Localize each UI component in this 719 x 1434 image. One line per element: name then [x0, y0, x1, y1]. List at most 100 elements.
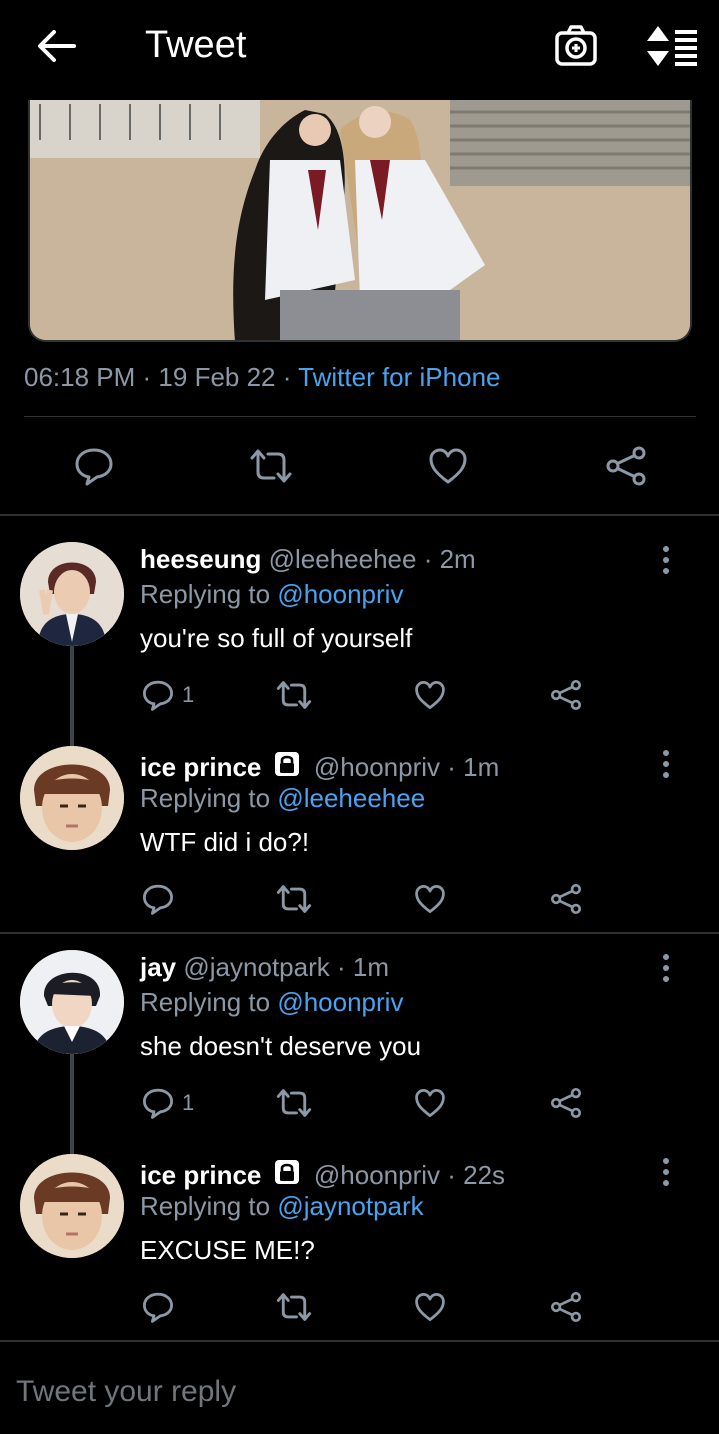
- like-button[interactable]: [414, 1285, 446, 1329]
- more-icon: [663, 1158, 669, 1186]
- reply-icon: [143, 1292, 173, 1323]
- share-button[interactable]: [550, 1081, 582, 1125]
- retweet-icon: [276, 681, 312, 709]
- more-button[interactable]: [652, 744, 680, 784]
- lock-icon: [273, 750, 301, 785]
- retweet-button[interactable]: [275, 673, 313, 717]
- replying-to: Replying to @leeheehee: [140, 783, 425, 814]
- reply-actions: 1: [0, 673, 719, 717]
- retweet-icon: [276, 1089, 312, 1117]
- reply-age: 22s: [463, 1160, 506, 1190]
- handle[interactable]: @jaynotpark: [183, 952, 329, 982]
- like-button[interactable]: [422, 440, 474, 492]
- reply-button[interactable]: [142, 1285, 174, 1329]
- reply-header: ice prince @hoonpriv · 1m: [140, 750, 499, 785]
- divider: [0, 1340, 719, 1342]
- reply-icon: [143, 884, 173, 915]
- share-button[interactable]: [550, 877, 582, 921]
- retweet-button[interactable]: [245, 440, 297, 492]
- avatar[interactable]: [20, 542, 124, 646]
- reply-text: WTF did i do?!: [140, 827, 310, 857]
- like-icon: [429, 448, 467, 484]
- replying-to: Replying to @hoonpriv: [140, 987, 403, 1018]
- mention-link[interactable]: @jaynotpark: [277, 1191, 423, 1221]
- reply-header: jay @jaynotpark · 1m: [140, 952, 389, 983]
- like-icon: [415, 884, 445, 914]
- share-icon: [550, 679, 582, 711]
- more-icon: [663, 750, 669, 778]
- more-button[interactable]: [652, 540, 680, 580]
- sort-icon: [647, 26, 697, 66]
- reply-button[interactable]: 1: [142, 1081, 194, 1125]
- avatar[interactable]: [20, 1154, 124, 1258]
- camera-button[interactable]: [554, 24, 598, 68]
- avatar[interactable]: [20, 746, 124, 850]
- camera-icon: [555, 25, 597, 66]
- like-button[interactable]: [414, 1081, 446, 1125]
- retweet-icon: [250, 449, 292, 483]
- tweet-source-link[interactable]: Twitter for iPhone: [298, 362, 500, 392]
- mention-link[interactable]: @leeheehee: [277, 783, 425, 813]
- mention-link[interactable]: @hoonpriv: [277, 579, 403, 609]
- reply-button[interactable]: 1: [142, 673, 194, 717]
- display-name[interactable]: jay: [140, 952, 176, 982]
- reply-count: 1: [182, 1090, 195, 1115]
- like-button[interactable]: [414, 673, 446, 717]
- back-button[interactable]: [34, 26, 78, 66]
- more-icon: [663, 546, 669, 574]
- tweet-meta: 06:18 PM · 19 Feb 22 · Twitter for iPhon…: [24, 362, 500, 393]
- reply-count: 1: [182, 682, 195, 707]
- share-button[interactable]: [550, 673, 582, 717]
- replying-label: Replying to: [140, 783, 271, 813]
- back-arrow-icon: [38, 30, 76, 62]
- retweet-icon: [276, 1293, 312, 1321]
- display-name[interactable]: ice prince: [140, 752, 261, 782]
- handle[interactable]: @hoonpriv: [314, 752, 440, 782]
- reply-age: 1m: [463, 752, 500, 782]
- reply-icon: [143, 1088, 173, 1119]
- replying-to: Replying to @hoonpriv: [140, 579, 403, 610]
- retweet-icon: [276, 885, 312, 913]
- share-button[interactable]: [600, 440, 652, 492]
- share-icon: [550, 883, 582, 915]
- reply-button[interactable]: [68, 440, 120, 492]
- page-title: Tweet: [145, 24, 247, 66]
- tweet-time: 06:18 PM: [24, 362, 136, 392]
- retweet-button[interactable]: [275, 1081, 313, 1125]
- share-icon: [550, 1087, 582, 1119]
- reply-age: 2m: [439, 544, 476, 574]
- meta-separator: ·: [142, 362, 159, 392]
- mention-link[interactable]: @hoonpriv: [277, 987, 403, 1017]
- more-button[interactable]: [652, 948, 680, 988]
- handle[interactable]: @leeheehee: [269, 544, 417, 574]
- divider: [24, 416, 696, 417]
- more-button[interactable]: [652, 1152, 680, 1192]
- like-icon: [415, 1088, 445, 1118]
- retweet-button[interactable]: [275, 1285, 313, 1329]
- display-name[interactable]: heeseung: [140, 544, 261, 574]
- lock-icon: [273, 1158, 301, 1193]
- meta-separator: ·: [447, 1160, 464, 1190]
- retweet-button[interactable]: [275, 877, 313, 921]
- like-icon: [415, 1292, 445, 1322]
- share-button[interactable]: [550, 1285, 582, 1329]
- handle[interactable]: @hoonpriv: [314, 1160, 440, 1190]
- like-button[interactable]: [414, 877, 446, 921]
- reply-header: heeseung @leeheehee · 2m: [140, 544, 476, 575]
- share-icon: [606, 446, 646, 486]
- reply-composer-input[interactable]: [16, 1372, 696, 1412]
- reply-button[interactable]: [142, 877, 174, 921]
- avatar[interactable]: [20, 950, 124, 1054]
- tweet-photo[interactable]: [28, 100, 692, 342]
- replying-label: Replying to: [140, 579, 271, 609]
- display-name[interactable]: ice prince: [140, 1160, 261, 1190]
- sort-button[interactable]: [645, 24, 699, 68]
- like-icon: [415, 680, 445, 710]
- meta-separator: ·: [423, 544, 440, 574]
- more-icon: [663, 954, 669, 982]
- share-icon: [550, 1291, 582, 1323]
- replying-label: Replying to: [140, 1191, 271, 1221]
- reply-age: 1m: [352, 952, 389, 982]
- tweet-actions: [0, 440, 719, 492]
- replying-label: Replying to: [140, 987, 271, 1017]
